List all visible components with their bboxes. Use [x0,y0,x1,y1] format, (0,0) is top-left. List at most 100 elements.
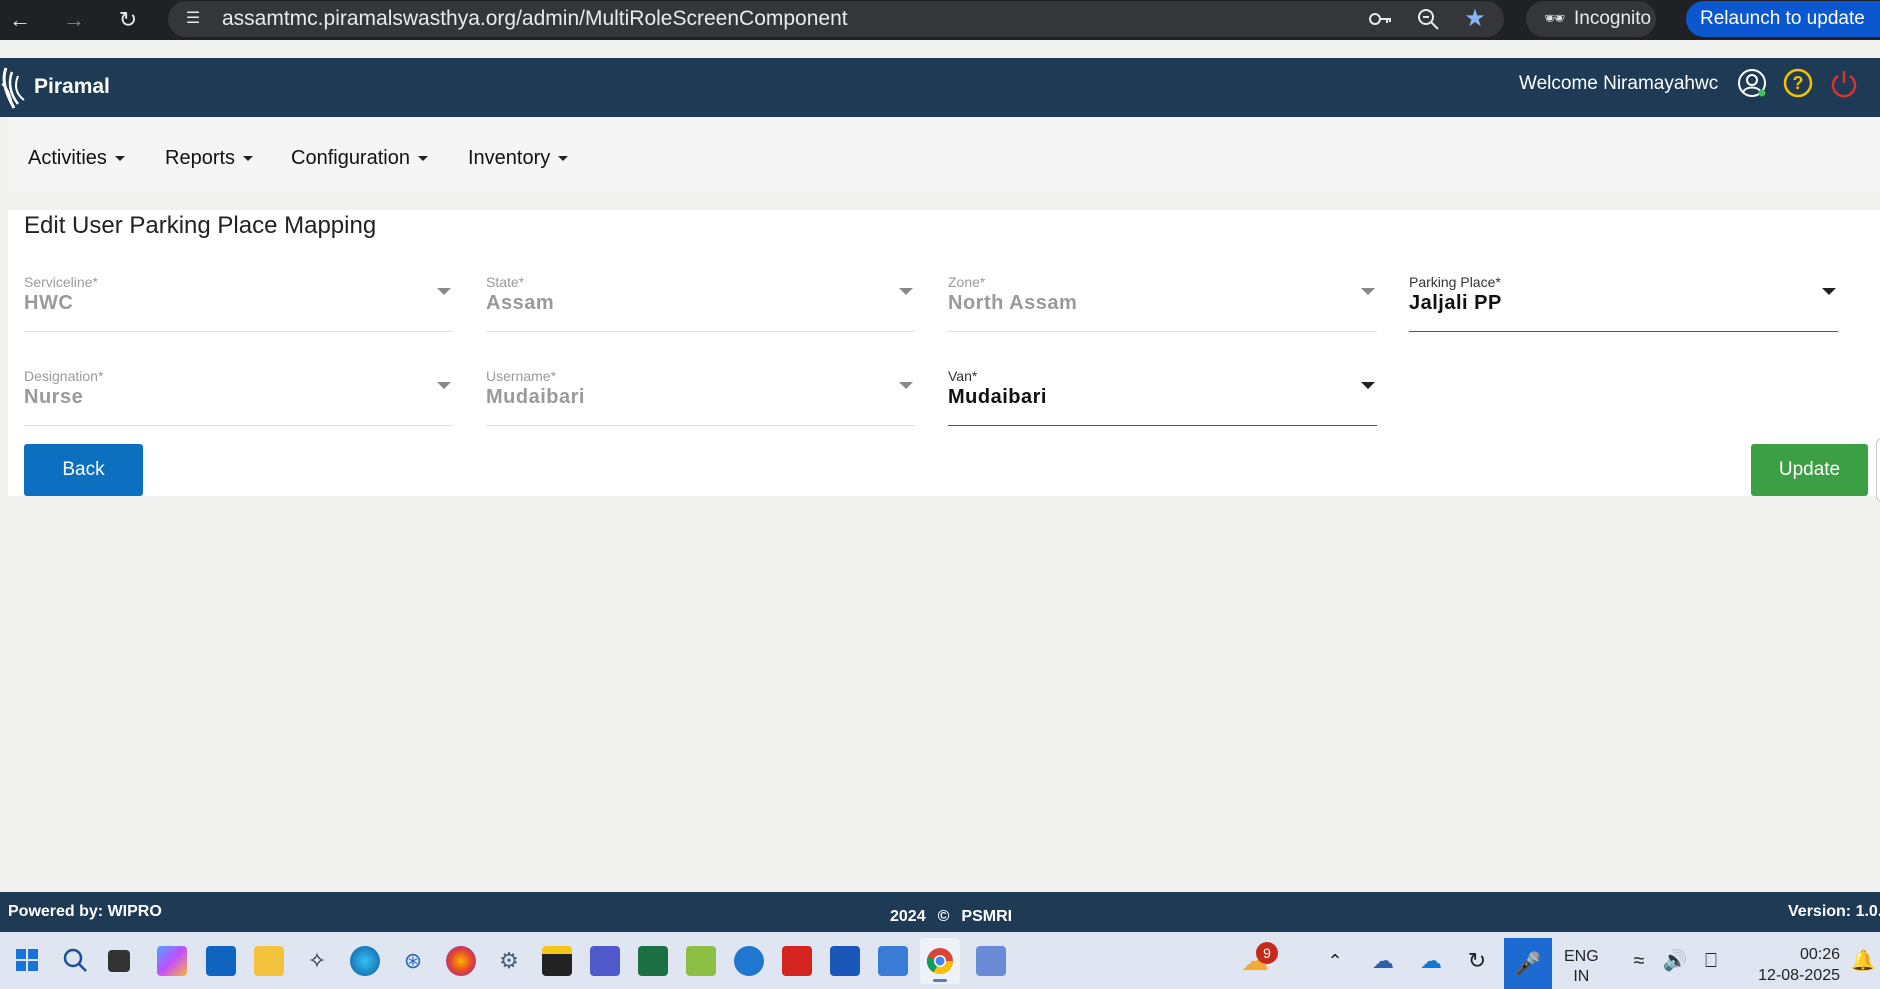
designation-label: Designation* [24,368,104,384]
state-label: State* [486,274,525,290]
caret-down-icon [243,156,254,162]
parking-place-select[interactable]: Parking Place* Jaljali PP [1409,274,1838,332]
copyright-org: PSMRI [961,908,1013,925]
main-menu: Activities Reports Configuration Invento… [8,117,1880,192]
system-clock[interactable]: 00:26 12-08-2025 [1748,944,1840,986]
help-icon[interactable]: ? [1782,67,1814,99]
van-value[interactable]: Mudaibari [948,386,1047,409]
field-underline [24,331,453,332]
notes-app-icon[interactable] [878,946,908,976]
weather-badge: 9 [1256,942,1278,964]
wifi-icon[interactable]: ≈ [1624,946,1654,976]
sticky-notes-icon[interactable] [542,946,572,976]
van-label: Van* [948,368,978,384]
field-underline [948,331,1377,332]
field-underline [486,425,915,426]
forward-arrow-icon[interactable]: → [58,4,90,36]
excel-icon[interactable] [638,946,668,976]
field-underline [486,331,915,332]
dropdown-arrow-icon [437,382,451,389]
clock-date: 12-08-2025 [1758,967,1840,984]
incognito-icon: 🕶 [1544,9,1566,28]
task-view-icon[interactable] [108,950,130,972]
zone-value: North Assam [948,292,1078,314]
zone-select: Zone* North Assam [948,274,1377,332]
edge-icon[interactable] [350,946,380,976]
notification-icon[interactable]: 🔔 [1848,946,1878,976]
network-app-icon[interactable]: ✧ [302,946,332,976]
remote-app-icon[interactable] [734,946,764,976]
site-settings-icon[interactable]: ☰ [182,8,204,30]
teams-icon[interactable] [590,946,620,976]
dropdown-arrow-icon [899,288,913,295]
word-icon[interactable] [830,946,860,976]
back-arrow-icon[interactable]: ← [4,4,36,36]
menu-label: Inventory [468,147,551,169]
outlook-icon[interactable] [206,946,236,976]
van-select[interactable]: Van* Mudaibari [948,368,1377,426]
username-label: Username* [486,368,557,384]
caret-down-icon [558,156,569,162]
username-value: Mudaibari [486,386,585,408]
menu-label: Activities [28,147,107,169]
app-footer: Powered by: WIPRO 2024 © PSMRI Version: 1.… [0,892,1880,932]
parking-place-value[interactable]: Jaljali PP [1409,292,1502,315]
volume-icon[interactable]: 🔊 [1660,946,1690,976]
microphone-icon[interactable]: 🎤 [1504,938,1552,989]
language-indicator[interactable]: ENG IN [1564,947,1599,987]
incognito-indicator[interactable]: 🕶 Incognito [1526,1,1656,37]
battery-icon[interactable]: ⎕ [1696,946,1726,976]
state-value: Assam [486,292,555,314]
notepad-app-icon[interactable] [686,946,716,976]
zoom-icon[interactable] [1414,6,1442,32]
field-underline [948,425,1377,426]
file-explorer-icon[interactable] [254,946,284,976]
copyright-icon: © [937,908,950,925]
side-panel-tab[interactable] [1876,438,1880,502]
user-icon[interactable] [1736,67,1768,99]
onedrive-icon[interactable]: ☁ [1416,946,1446,976]
version: Version: 1.0.0 [1788,903,1880,920]
menu-inventory[interactable]: Inventory [468,147,569,170]
url-text[interactable]: assamtmc.piramalswasthya.org/admin/Multi… [222,8,848,30]
chrome-taskbar-item[interactable] [920,938,960,984]
copilot-icon[interactable] [157,946,187,976]
designation-select: Designation* Nurse [24,368,453,426]
key-icon[interactable] [1366,6,1394,32]
menu-reports[interactable]: Reports [165,147,254,170]
chevron-up-icon[interactable]: ⌃ [1320,946,1350,976]
settings-gear-icon[interactable]: ⚙ [494,946,524,976]
dropdown-arrow-icon[interactable] [1822,288,1836,295]
search-icon[interactable] [60,946,90,976]
zone-label: Zone* [948,274,986,290]
piramal-logo-icon [1,67,25,109]
menu-activities[interactable]: Activities [28,147,125,170]
reload-icon[interactable]: ↻ [112,4,144,36]
brand-name: Piramal [34,75,110,98]
back-button[interactable]: Back [24,444,143,496]
dropdown-arrow-icon [899,382,913,389]
dropdown-arrow-icon[interactable] [1361,382,1375,389]
star-icon[interactable]: ★ [1461,6,1489,32]
update-button[interactable]: Update [1751,444,1868,496]
parking-place-label: Parking Place* [1409,274,1501,290]
browser-app-icon[interactable]: ⊛ [398,946,428,976]
serviceline-select: Serviceline* HWC [24,274,453,332]
power-icon[interactable] [1828,67,1860,99]
firefox-icon[interactable] [446,946,476,976]
welcome-text: Welcome Niramayahwc [1519,73,1719,94]
sync-icon[interactable]: ↻ [1462,946,1492,976]
page-title: Edit User Parking Place Mapping [24,212,377,239]
svg-text:?: ? [1793,73,1804,93]
windows-start-icon[interactable] [12,946,42,976]
network-tool-icon[interactable] [976,946,1006,976]
serviceline-label: Serviceline* [24,274,98,290]
onedrive-info-icon[interactable]: ☁ [1368,946,1398,976]
serviceline-value: HWC [24,292,74,314]
field-underline [24,425,453,426]
relaunch-button[interactable]: Relaunch to update ⋮ [1686,1,1880,37]
address-bar[interactable]: ☰ assamtmc.piramalswasthya.org/admin/Mul… [168,1,1504,37]
menu-configuration[interactable]: Configuration [291,147,428,170]
relaunch-label: Relaunch to update [1700,8,1865,29]
acrobat-icon[interactable] [782,946,812,976]
